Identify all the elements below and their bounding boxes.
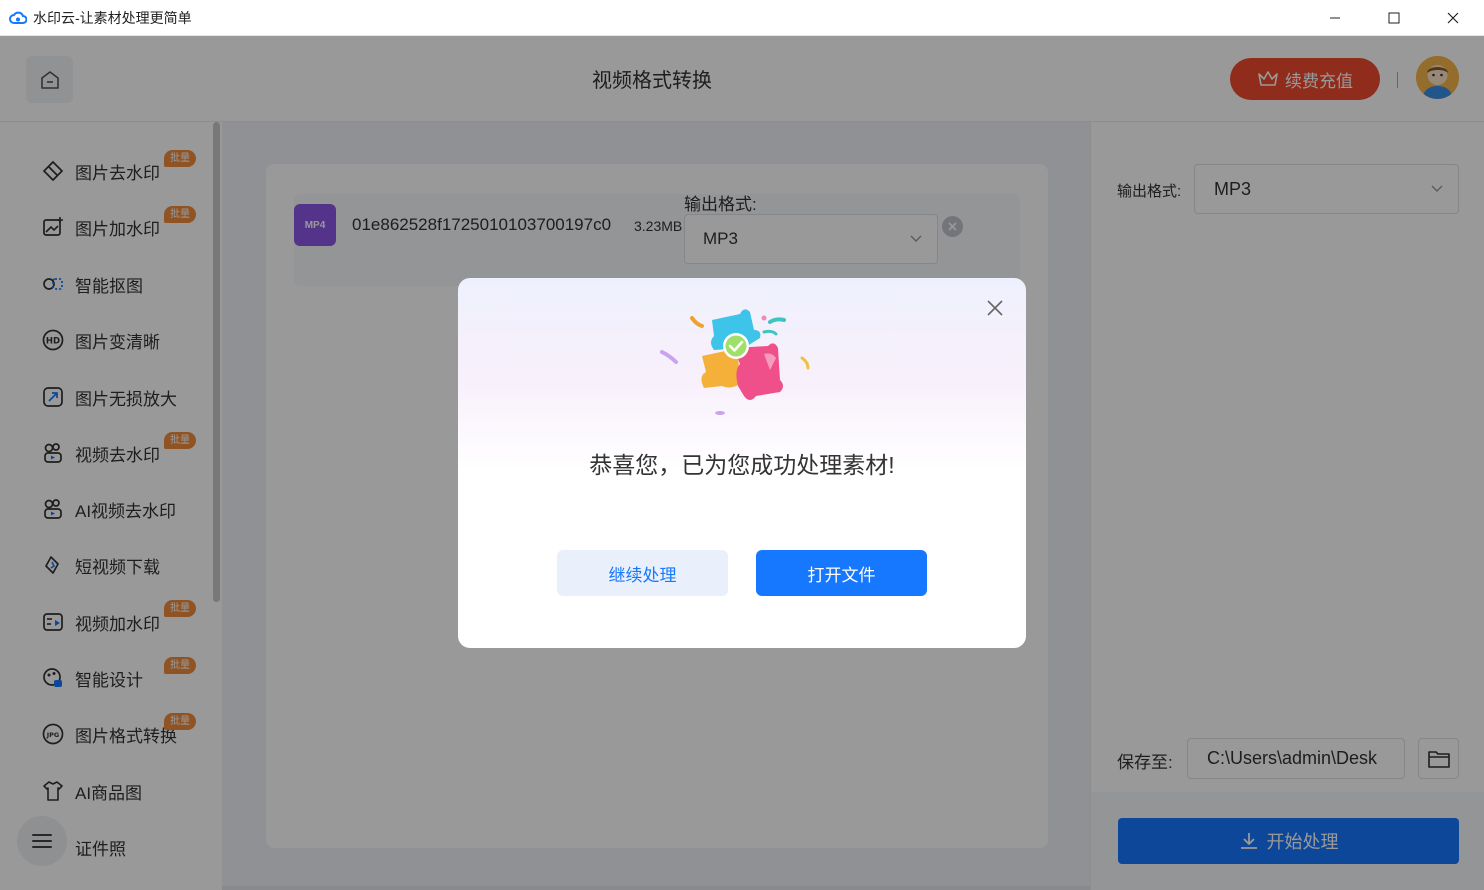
minimize-icon	[1330, 17, 1340, 19]
close-window-button[interactable]	[1424, 0, 1482, 36]
window-title: 水印云-让素材处理更简单	[33, 9, 192, 26]
maximize-button[interactable]	[1365, 0, 1423, 36]
success-dialog: 恭喜您，已为您成功处理素材! 继续处理 打开文件	[458, 278, 1026, 648]
minimize-button[interactable]	[1306, 0, 1364, 36]
maximize-icon	[1388, 12, 1400, 24]
dialog-close-button[interactable]	[983, 296, 1007, 320]
continue-processing-button[interactable]: 继续处理	[557, 550, 728, 596]
puzzle-success-icon	[660, 309, 810, 415]
close-icon	[987, 300, 1003, 316]
open-file-button[interactable]: 打开文件	[756, 550, 927, 596]
window-titlebar: 水印云-让素材处理更简单	[0, 0, 1484, 36]
success-message: 恭喜您，已为您成功处理素材!	[589, 452, 895, 478]
cloud-logo-icon	[9, 11, 27, 24]
close-icon	[1447, 12, 1459, 24]
